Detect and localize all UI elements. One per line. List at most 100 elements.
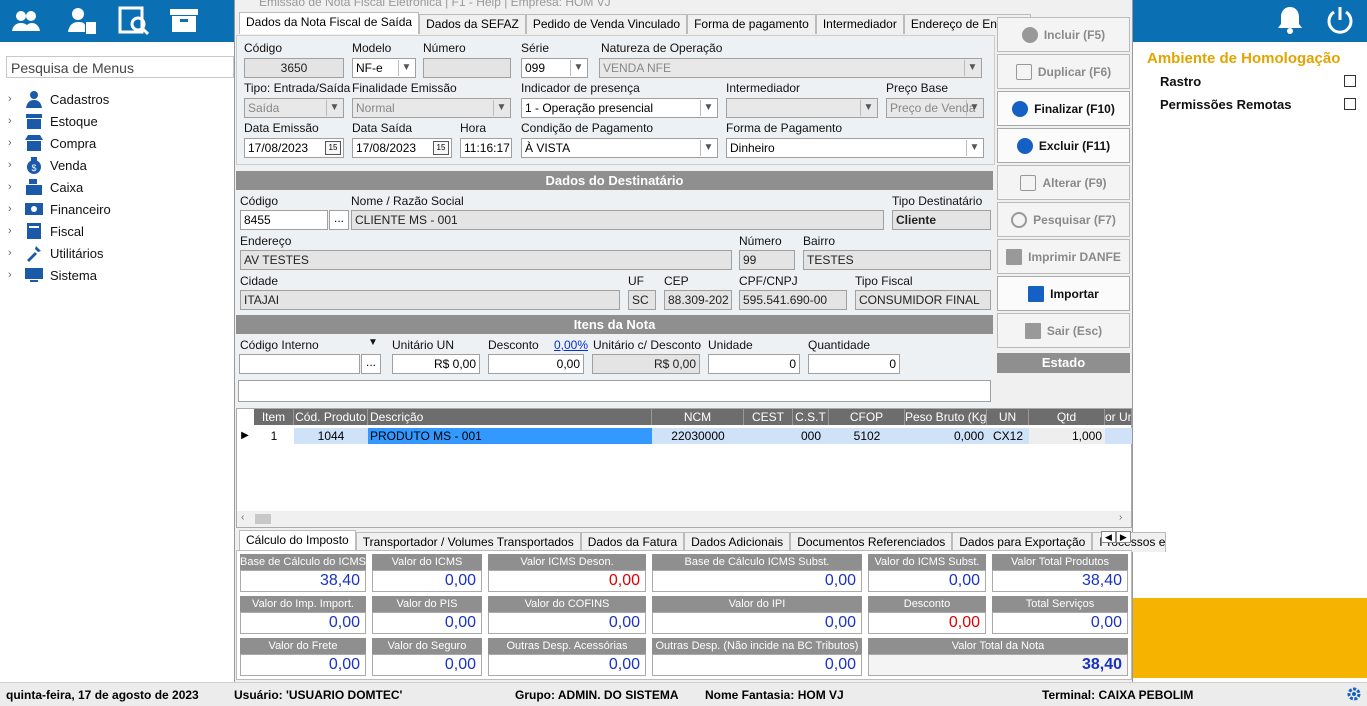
chevron-down-icon[interactable]: ▼ <box>398 60 414 76</box>
col-un[interactable]: UN <box>987 409 1029 425</box>
chevron-down-icon[interactable]: ▼ <box>326 100 342 116</box>
menu-item-sistema[interactable]: › Sistema <box>8 264 234 286</box>
power-icon[interactable] <box>1324 4 1356 36</box>
tab-dados-adicionais[interactable]: Dados Adicionais <box>684 532 791 552</box>
menu-item-venda[interactable]: › $ Venda <box>8 154 234 176</box>
scroll-left-icon[interactable]: ‹ <box>241 512 244 523</box>
tab-pedido[interactable]: Pedido de Venda Vinculado <box>525 14 688 34</box>
col-descricao[interactable]: Descrição <box>368 409 652 425</box>
chevron-down-icon[interactable]: ▼ <box>966 140 982 156</box>
user-document-icon[interactable] <box>66 4 98 36</box>
quantidade-field[interactable]: 0 <box>808 354 900 374</box>
item-lookup-button[interactable]: ... <box>361 354 381 374</box>
calendar-icon[interactable]: 15 <box>433 141 449 155</box>
menu-item-estoque[interactable]: › Estoque <box>8 110 234 132</box>
chevron-down-icon[interactable]: ▼ <box>966 100 982 116</box>
grid-hscrollbar[interactable]: ‹ › <box>237 511 1131 527</box>
bell-icon[interactable] <box>1274 4 1306 36</box>
chevron-down-icon[interactable]: ▼ <box>570 60 586 76</box>
alterar-button[interactable]: Alterar (F9) <box>997 165 1130 200</box>
dest-lookup-button[interactable]: ... <box>329 210 349 230</box>
pesquisar-button[interactable]: Pesquisar (F7) <box>997 202 1130 237</box>
natureza-select[interactable]: VENDA NFE ▼ <box>599 58 982 78</box>
tipo-select[interactable]: Saída ▼ <box>244 98 344 118</box>
permissoes-option[interactable]: Permissões Remotas <box>1160 97 1356 112</box>
caret-down-icon[interactable]: ▼ <box>368 337 378 348</box>
col-cest[interactable]: CEST <box>744 409 793 425</box>
condicao-select[interactable]: À VISTA ▼ <box>521 138 718 158</box>
chevron-down-icon[interactable]: ▼ <box>700 140 716 156</box>
forma-select[interactable]: Dinheiro ▼ <box>726 138 984 158</box>
tab-intermediador[interactable]: Intermediador <box>815 14 904 34</box>
tab-documentos[interactable]: Documentos Referenciados <box>790 532 953 552</box>
users-icon[interactable] <box>10 4 42 36</box>
saida-field[interactable]: 17/08/2023 15 <box>352 138 452 158</box>
scroll-right-icon[interactable]: › <box>1119 512 1122 523</box>
finalizar-button[interactable]: Finalizar (F10) <box>997 91 1130 126</box>
tab-scroll-left-icon[interactable]: ◀ <box>1101 531 1116 543</box>
menu-item-compra[interactable]: › Compra <box>8 132 234 154</box>
total-label: Base de Cálculo do ICMS <box>240 554 366 570</box>
excluir-button[interactable]: Excluir (F11) <box>997 128 1130 163</box>
hora-field[interactable]: 11:16:17 <box>460 138 512 158</box>
tab-dados-nota[interactable]: Dados da Nota Fiscal de Saída <box>239 12 420 34</box>
tab-forma-pagamento[interactable]: Forma de pagamento <box>687 14 816 34</box>
rastro-checkbox[interactable] <box>1344 75 1356 87</box>
duplicar-button[interactable]: Duplicar (F6) <box>997 54 1130 89</box>
chevron-down-icon[interactable]: ▼ <box>493 100 509 116</box>
preco-select[interactable]: Preço de Venda ▼ <box>886 98 984 118</box>
desconto-field[interactable]: 0,00 <box>488 354 584 374</box>
modelo-select[interactable]: NF-e ▼ <box>352 58 416 78</box>
total-label: Desconto <box>868 596 986 612</box>
finalidade-select[interactable]: Normal ▼ <box>352 98 511 118</box>
tab-scroll-right-icon[interactable]: ▶ <box>1115 531 1131 543</box>
dest-codigo-field[interactable]: 8455 <box>240 210 328 230</box>
chevron-down-icon[interactable]: ▼ <box>700 100 716 116</box>
sair-button[interactable]: Sair (Esc) <box>997 313 1130 348</box>
tab-calculo-imposto[interactable]: Cálculo do Imposto <box>239 530 356 552</box>
gear-icon[interactable] <box>1346 686 1362 702</box>
chevron-down-icon[interactable]: ▼ <box>860 100 876 116</box>
calendar-icon[interactable]: 15 <box>325 141 341 155</box>
col-ncm[interactable]: NCM <box>652 409 744 425</box>
tab-sefaz[interactable]: Dados da SEFAZ <box>419 14 526 34</box>
importar-button[interactable]: Importar <box>997 276 1130 311</box>
chevron-down-icon[interactable]: ▼ <box>964 60 980 76</box>
desconto-pct-link[interactable]: 0,00% <box>554 338 588 352</box>
intermediador-select[interactable]: ▼ <box>726 98 878 118</box>
total-value: 38,40 <box>240 570 366 592</box>
search-document-icon[interactable] <box>118 4 150 36</box>
tab-scroll[interactable]: ◀ ▶ <box>1101 531 1131 545</box>
unidade-field[interactable]: 0 <box>708 354 800 374</box>
indicador-select[interactable]: 1 - Operação presencial ▼ <box>521 98 718 118</box>
menu-item-caixa[interactable]: › Caixa <box>8 176 234 198</box>
col-qtd[interactable]: Qtd <box>1029 409 1105 425</box>
col-valor-unit[interactable]: or Uni <box>1105 409 1132 425</box>
col-item[interactable]: Item <box>254 409 294 425</box>
col-cst[interactable]: C.S.T <box>793 409 829 425</box>
unit-field[interactable]: R$ 0,00 <box>392 354 480 374</box>
rastro-option[interactable]: Rastro <box>1160 74 1356 89</box>
cod-interno-field[interactable] <box>239 354 360 374</box>
tab-fatura[interactable]: Dados da Fatura <box>580 532 685 552</box>
scroll-thumb[interactable] <box>255 514 271 524</box>
archive-icon[interactable] <box>168 4 200 36</box>
menu-item-financeiro[interactable]: › Financeiro <box>8 198 234 220</box>
menu-item-cadastros[interactable]: › Cadastros <box>8 88 234 110</box>
incluir-button[interactable]: Incluir (F5) <box>997 17 1130 52</box>
col-cod-produto[interactable]: Cód. Produto <box>294 409 368 425</box>
item-description-field[interactable] <box>238 380 991 402</box>
tab-transportador[interactable]: Transportador / Volumes Transportados <box>355 532 581 552</box>
table-row[interactable]: ▶ 1 1044 PRODUTO MS - 001 22030000 000 5… <box>237 428 1132 444</box>
menu-item-utilitarios[interactable]: › Utilitários <box>8 242 234 264</box>
menu-item-fiscal[interactable]: › Fiscal <box>8 220 234 242</box>
emissao-field[interactable]: 17/08/2023 15 <box>244 138 344 158</box>
tab-exportacao[interactable]: Dados para Exportação <box>952 532 1093 552</box>
serie-select[interactable]: 099 ▼ <box>521 58 588 78</box>
status-user: Usuário: 'USUARIO DOMTEC' <box>234 688 403 702</box>
permissoes-checkbox[interactable] <box>1344 98 1356 110</box>
menu-search-input[interactable]: Pesquisa de Menus <box>6 56 234 78</box>
col-cfop[interactable]: CFOP <box>829 409 905 425</box>
col-peso[interactable]: Peso Bruto (Kg) <box>905 409 987 425</box>
imprimir-button[interactable]: Imprimir DANFE <box>997 239 1130 274</box>
